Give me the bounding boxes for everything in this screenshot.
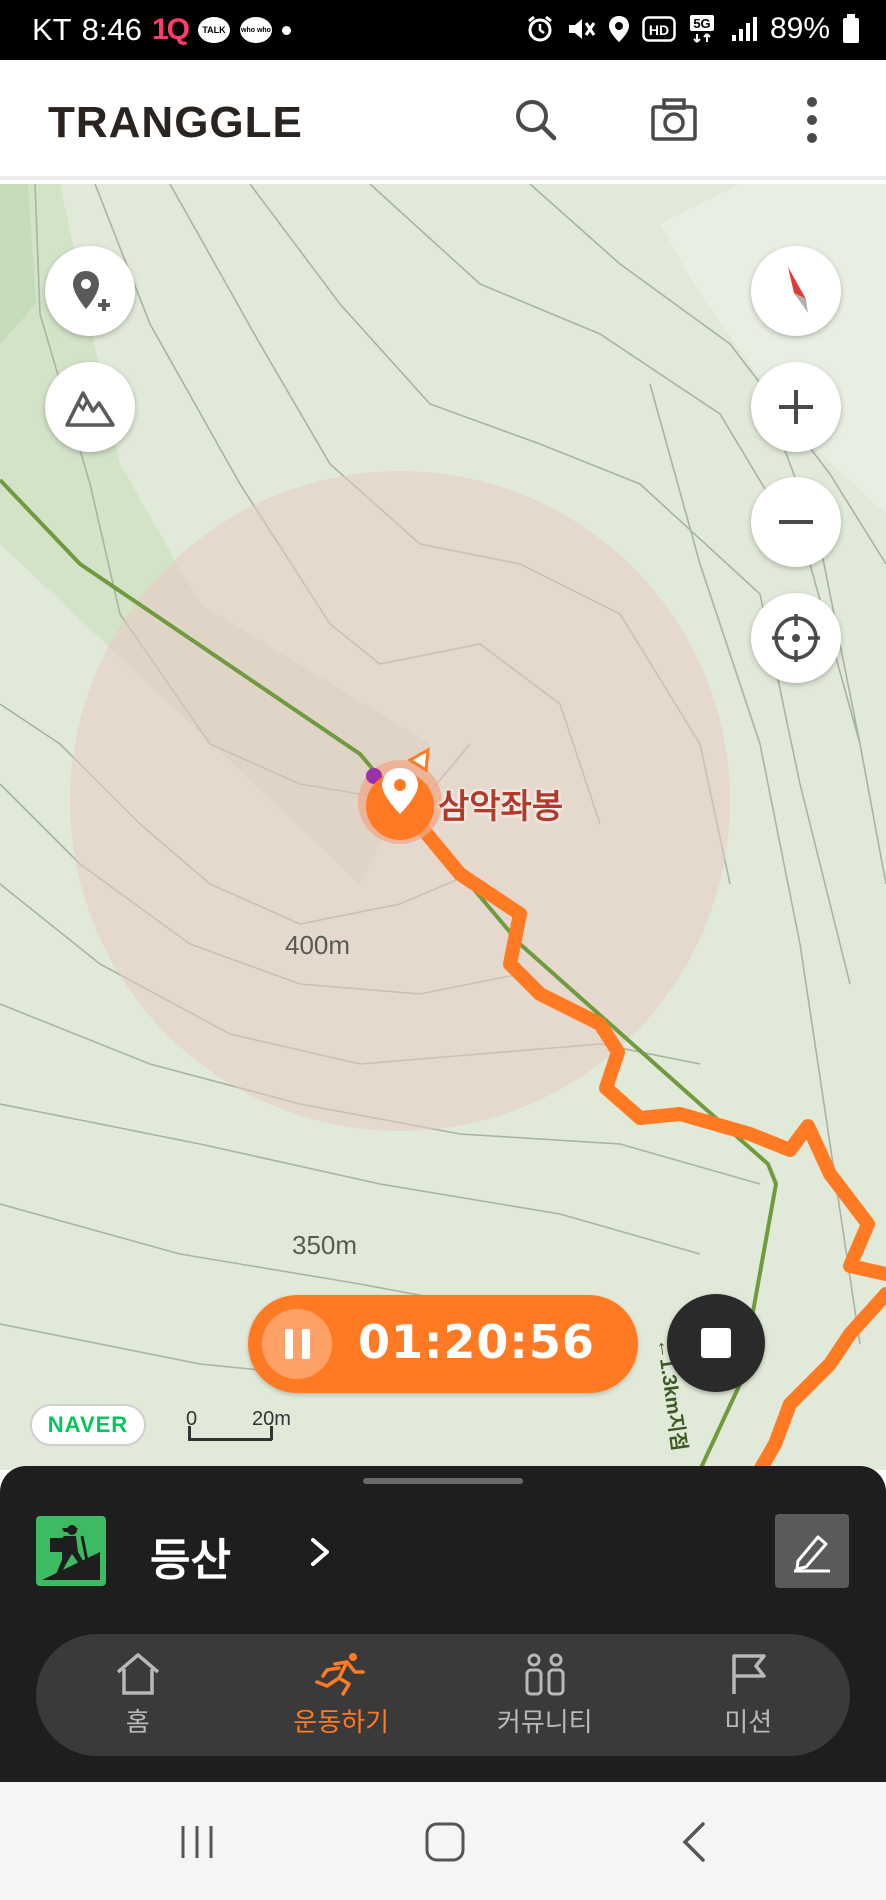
pause-icon bbox=[284, 1329, 293, 1359]
naver-logo[interactable]: NAVER bbox=[30, 1404, 146, 1446]
community-icon bbox=[525, 1653, 565, 1695]
compass-button[interactable] bbox=[751, 246, 841, 336]
plus-icon bbox=[779, 390, 813, 424]
tab-community-label: 커뮤니티 bbox=[496, 1707, 593, 1738]
edit-button[interactable] bbox=[775, 1514, 849, 1588]
zoom-out-button[interactable] bbox=[751, 477, 841, 567]
camera-icon bbox=[651, 98, 697, 141]
clearing-area bbox=[660, 184, 886, 514]
recording-timer: 01:20:56 bbox=[248, 1295, 638, 1393]
minus-icon bbox=[779, 520, 813, 524]
recorded-track-line-tail bbox=[753, 1287, 886, 1470]
battery-percent: 89% bbox=[769, 12, 830, 45]
recent-apps-button[interactable] bbox=[167, 1812, 227, 1872]
alarm-icon bbox=[526, 15, 554, 43]
tranggle-logo[interactable]: TRANGGLE bbox=[48, 98, 303, 148]
5g-icon: 5G bbox=[688, 14, 718, 44]
home-circle-icon bbox=[425, 1822, 465, 1862]
tab-home[interactable]: 홈 bbox=[36, 1634, 240, 1756]
map-scale-bar: 0 20m bbox=[186, 1408, 291, 1448]
chevron-right-icon[interactable] bbox=[305, 1534, 335, 1570]
flag-icon bbox=[732, 1653, 766, 1694]
activity-type-label[interactable]: 등산 bbox=[150, 1524, 231, 1588]
status-time: 8:46 bbox=[81, 12, 142, 47]
stop-button[interactable] bbox=[667, 1294, 765, 1392]
mountain-icon bbox=[65, 391, 115, 427]
battery-icon bbox=[842, 14, 860, 44]
recent-apps-icon bbox=[181, 1826, 213, 1858]
more-button[interactable] bbox=[782, 90, 842, 150]
tab-workout[interactable]: 운동하기 bbox=[240, 1634, 444, 1756]
pencil-icon bbox=[794, 1535, 830, 1573]
terrain-button[interactable] bbox=[45, 362, 135, 452]
tab-workout-label: 운동하기 bbox=[293, 1707, 390, 1738]
compass-icon bbox=[788, 267, 808, 313]
tab-home-label: 홈 bbox=[125, 1707, 150, 1738]
camera-button[interactable] bbox=[644, 90, 704, 150]
notification-dot-icon bbox=[282, 25, 291, 35]
kakaotalk-icon: TALK bbox=[198, 17, 230, 43]
pause-button[interactable] bbox=[262, 1309, 332, 1379]
stop-icon bbox=[701, 1328, 731, 1358]
peak-label[interactable]: 삼악좌봉 bbox=[438, 779, 563, 828]
map-view[interactable]: 삼악좌봉 400m 350m ←1.3km지점 01:20:56 NAVER 0… bbox=[0, 184, 886, 1470]
contour-label-400: 400m bbox=[285, 930, 351, 960]
search-icon bbox=[516, 100, 557, 141]
home-icon bbox=[116, 1652, 159, 1695]
tab-mission[interactable]: 미션 bbox=[647, 1634, 851, 1756]
network-label: 5G bbox=[693, 16, 710, 31]
hd-label: HD bbox=[649, 22, 669, 38]
running-icon bbox=[315, 1652, 365, 1696]
bottom-tab-bar: 홈 운동하기 커뮤니티 미션 bbox=[36, 1634, 850, 1756]
contour-label-350: 350m bbox=[292, 1230, 358, 1260]
app-header: TRANGGLE bbox=[0, 60, 886, 180]
location-icon bbox=[608, 15, 630, 43]
add-waypoint-button[interactable] bbox=[45, 246, 135, 336]
elapsed-time: 01:20:56 bbox=[358, 1315, 595, 1369]
add-location-icon bbox=[73, 271, 110, 311]
hiking-icon[interactable] bbox=[36, 1516, 106, 1586]
crosshair-icon bbox=[772, 614, 820, 662]
mute-vibrate-icon bbox=[566, 15, 596, 43]
tab-community[interactable]: 커뮤니티 bbox=[443, 1634, 647, 1756]
signal-icon bbox=[730, 15, 758, 43]
whowho-icon: who who bbox=[240, 17, 272, 43]
carrier-label: KT bbox=[32, 12, 72, 47]
search-button[interactable] bbox=[506, 90, 566, 150]
status-bar: KT 8:46 1Q TALK who who HD 5G 89% bbox=[0, 0, 886, 60]
tab-mission-label: 미션 bbox=[724, 1707, 773, 1738]
back-chevron-icon bbox=[682, 1822, 705, 1862]
zoom-in-button[interactable] bbox=[751, 362, 841, 452]
back-button[interactable] bbox=[665, 1812, 725, 1872]
my-location-button[interactable] bbox=[751, 593, 841, 683]
sheet-drag-handle[interactable] bbox=[363, 1478, 523, 1484]
app-1q-icon: 1Q bbox=[151, 13, 190, 46]
system-nav-bar bbox=[0, 1782, 886, 1900]
hd-icon: HD bbox=[642, 16, 676, 42]
activity-bottom-sheet: 등산 홈 운동하기 커뮤니티 미션 bbox=[0, 1466, 886, 1782]
home-nav-button[interactable] bbox=[415, 1812, 475, 1872]
more-vertical-icon bbox=[807, 97, 817, 143]
